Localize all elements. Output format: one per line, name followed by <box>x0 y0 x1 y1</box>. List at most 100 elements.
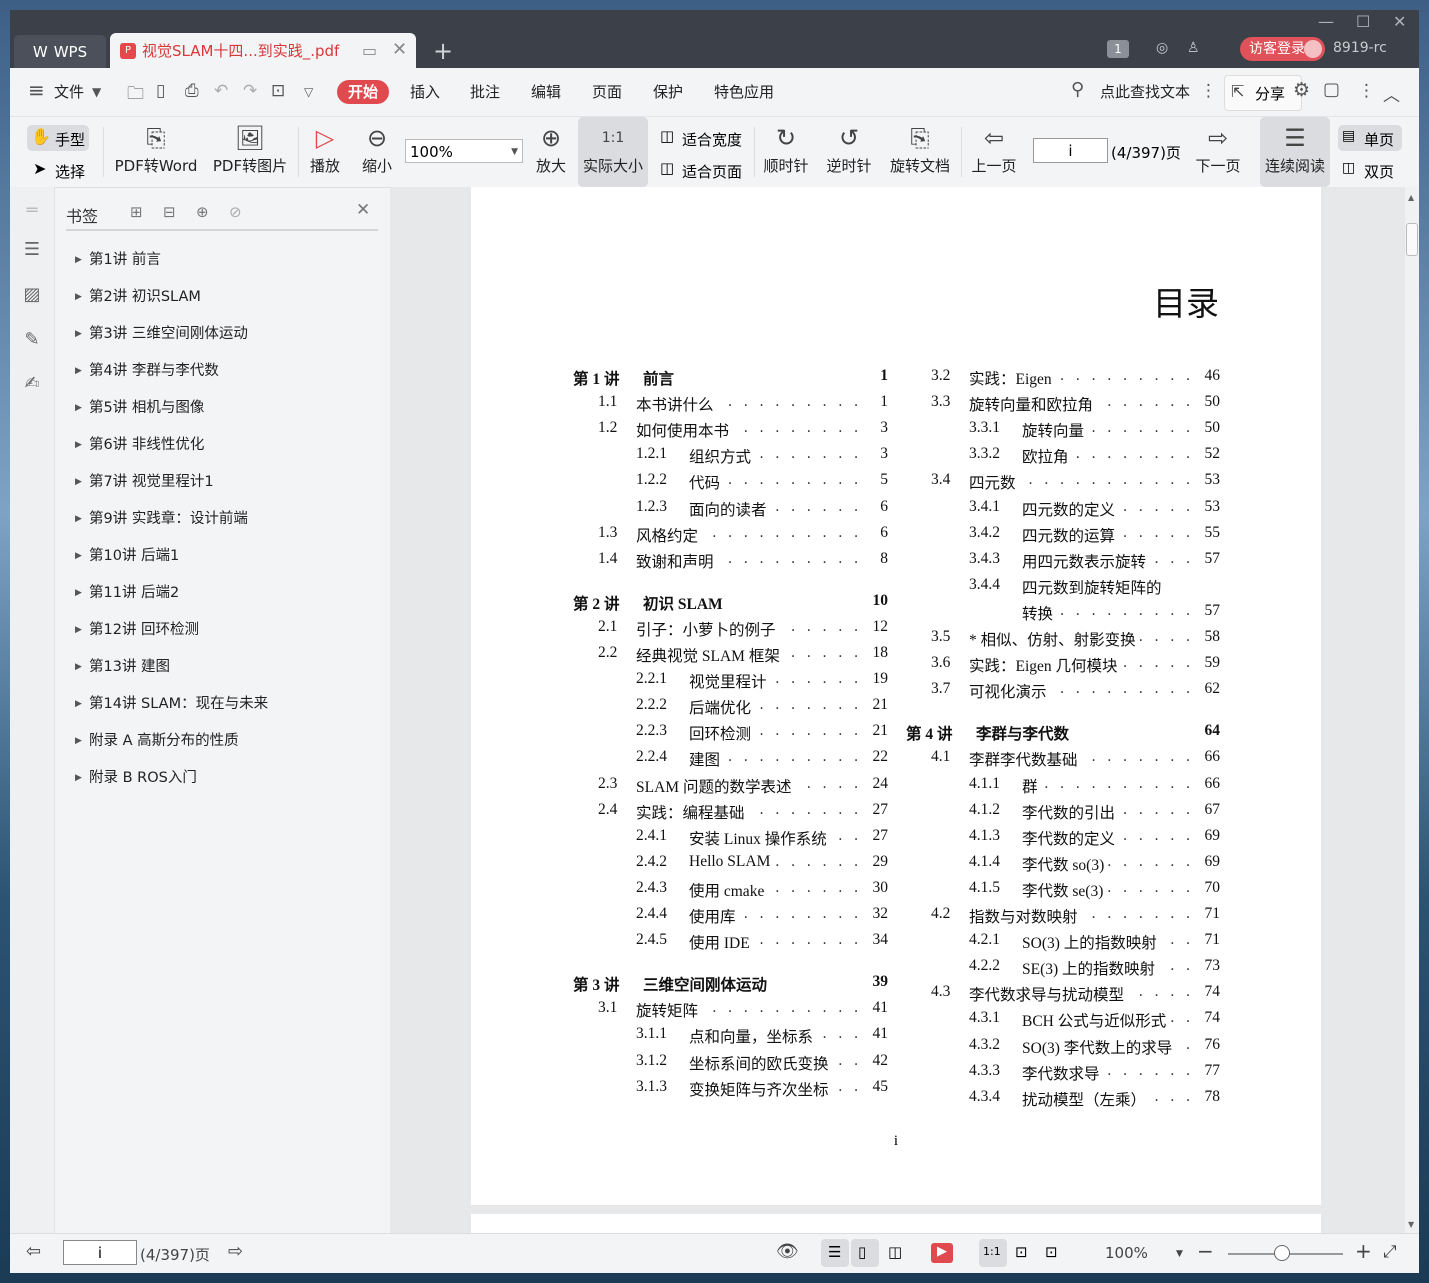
sync-icon[interactable]: ◎ <box>1156 40 1168 56</box>
status-page-input[interactable]: i <box>63 1240 137 1265</box>
single-view-icon[interactable]: ▯ <box>851 1239 879 1267</box>
double-page-button[interactable]: ◫ 双页 <box>1338 157 1404 183</box>
menu-page[interactable]: 页面 <box>592 81 622 102</box>
redo-icon[interactable]: ↷ <box>243 81 257 101</box>
status-zoom[interactable]: 100% <box>1105 1244 1148 1262</box>
zoom-out-status-icon[interactable]: − <box>1197 1239 1214 1263</box>
prev-page-button[interactable]: ⇦ 上一页 <box>968 117 1020 187</box>
rotate-clockwise-button[interactable]: ↻ 顺时针 <box>760 117 812 187</box>
bookmark-item[interactable]: ▶ 第3讲 三维空间刚体运动 <box>66 316 378 353</box>
play-slideshow-icon[interactable]: ▶ <box>931 1243 953 1263</box>
menu-annotate[interactable]: 批注 <box>470 81 500 102</box>
add-bookmark-icon[interactable]: ⊕ <box>196 203 209 221</box>
pdf-to-image-button[interactable]: 🖼 PDF转图片 <box>208 117 292 187</box>
bookmark-item[interactable]: ▶ 附录 A 高斯分布的性质 <box>66 723 378 760</box>
undo-icon[interactable]: ↶ <box>214 81 228 101</box>
bookmark-item[interactable]: ▶ 第1讲 前言 <box>66 242 378 279</box>
toc-entry[interactable]: 2.2经典视觉 SLAM 框架. . . . . . . . . . . . .… <box>573 644 888 668</box>
toc-entry[interactable]: 1.2.3面向的读者. . . . . . . . . . . . . . . … <box>573 497 888 522</box>
bookmark-item[interactable]: ▶ 第11讲 后端2 <box>66 575 378 612</box>
toc-entry[interactable]: 2.2.1视觉里程计. . . . . . . . . . . . . . . … <box>573 670 888 694</box>
menu-insert[interactable]: 插入 <box>410 81 440 102</box>
expand-triangle-icon[interactable]: ▶ <box>75 501 82 538</box>
toc-entry[interactable]: 3.1.3变换矩阵与齐次坐标. . . . . . . . . . . . . … <box>573 1077 888 1102</box>
toc-entry[interactable]: 3.5* 相似、仿射、射影变换. . . . . . . . . . . . .… <box>906 628 1220 652</box>
bookmark-item[interactable]: ▶ 第4讲 李群与李代数 <box>66 353 378 390</box>
minimize-icon[interactable]: — <box>1318 12 1334 31</box>
document-view[interactable]: 目录 第 1 讲 前言 1 1.1 本书讲什么 . . . . . . . . . . .… <box>390 187 1405 1233</box>
toc-entry[interactable]: 3.4.1四元数的定义. . . . . . . . . . . . . . .… <box>906 497 1220 522</box>
select-tool-button[interactable]: ➤ 选择 <box>31 159 93 183</box>
fullscreen-icon[interactable]: ⤢ <box>1383 1242 1397 1262</box>
scrollbar-thumb[interactable] <box>1406 223 1418 256</box>
toc-entry[interactable]: 4.1.1 群. . . . . . . . . . . . . . . . . … <box>906 774 1220 799</box>
menu-protect[interactable]: 保护 <box>653 81 683 102</box>
collapse-all-icon[interactable]: ⊟ <box>163 203 176 221</box>
toc-entry[interactable]: 1.2如何使用本书. . . . . . . . . . . . . . . .… <box>573 419 888 443</box>
expand-triangle-icon[interactable]: ▶ <box>75 464 82 501</box>
toc-entry[interactable]: 4.2指数与对数映射. . . . . . . . . . . . . . . … <box>906 905 1220 929</box>
share-button[interactable]: ⇱ 分享 <box>1224 75 1302 111</box>
toc-entry[interactable]: 4.3.2SO(3) 李代数上的求导. . . . . . . . . . . … <box>906 1035 1220 1060</box>
expand-triangle-icon[interactable]: ▶ <box>75 649 82 686</box>
search-icon[interactable]: ⚲ <box>1071 79 1084 100</box>
fit-page-status-icon[interactable]: ⊡ <box>1009 1239 1037 1267</box>
settings-icon[interactable]: ⚙ <box>1293 79 1310 101</box>
expand-triangle-icon[interactable]: ▶ <box>75 316 82 353</box>
comment-icon[interactable]: ▢ <box>1323 79 1340 100</box>
toc-entry[interactable]: 3.6实践：Eigen 几何模块. . . . . . . . . . . . … <box>906 654 1220 678</box>
toc-entry[interactable]: 2.4.1安装 Linux 操作系统. . . . . . . . . . . … <box>573 826 888 851</box>
expand-triangle-icon[interactable]: ▶ <box>75 427 82 464</box>
print-icon[interactable]: ⎙ <box>185 81 199 101</box>
toc-entry[interactable]: 2.2.3回环检测. . . . . . . . . . . . . . . .… <box>573 722 888 746</box>
expand-all-icon[interactable]: ⊞ <box>130 203 143 221</box>
single-page-button[interactable]: ▤ 单页 <box>1338 125 1402 151</box>
toc-entry[interactable]: 1.1本书讲什么. . . . . . . . . . . . . . . . … <box>573 393 888 417</box>
menu-edit[interactable]: 编辑 <box>531 81 561 102</box>
toc-chapter[interactable]: 第 3 讲 三维空间刚体运动 39 <box>573 973 888 997</box>
fit-width-status-icon[interactable]: ⊡ <box>1039 1239 1067 1267</box>
toc-entry[interactable]: 2.2.2后端优化. . . . . . . . . . . . . . . .… <box>573 696 888 720</box>
collapse-icon[interactable]: ︿ <box>1383 81 1400 106</box>
expand-triangle-icon[interactable]: ▶ <box>75 538 82 575</box>
zoom-in-status-icon[interactable]: + <box>1355 1239 1372 1263</box>
more-chevron-icon[interactable]: ▽ <box>304 85 313 99</box>
skin-icon[interactable]: ♙ <box>1187 40 1200 56</box>
toc-entry[interactable]: 3.4.3用四元数表示旋转. . . . . . . . . . . . . .… <box>906 549 1220 574</box>
next-page-button[interactable]: ⇨ 下一页 <box>1192 117 1244 187</box>
next-page-icon[interactable]: ⇨ <box>228 1241 243 1262</box>
toc-entry[interactable]: 4.2.1SO(3) 上的指数映射. . . . . . . . . . . .… <box>906 931 1220 955</box>
close-tab-icon[interactable]: ✕ <box>392 39 407 60</box>
toc-entry[interactable]: 4.2.2SE(3) 上的指数映射. . . . . . . . . . . .… <box>906 957 1220 981</box>
toc-entry[interactable]: 2.2.4建图. . . . . . . . . . . . . . . . .… <box>573 748 888 772</box>
fit-page-button[interactable]: ◫ 适合页面 <box>660 157 750 183</box>
zoom-out-button[interactable]: ⊖ 缩小 <box>358 117 396 187</box>
expand-triangle-icon[interactable]: ▶ <box>75 760 82 797</box>
toc-entry[interactable]: 3.1.1点和向量，坐标系. . . . . . . . . . . . . .… <box>573 1025 888 1049</box>
play-button[interactable]: ▷ 播放 <box>306 117 344 187</box>
pdf-to-word-button[interactable]: ⎘ PDF转Word <box>112 117 200 187</box>
toc-entry[interactable]: 4.1李群李代数基础. . . . . . . . . . . . . . . … <box>906 748 1220 772</box>
annotation-icon[interactable]: ✎ <box>21 329 43 351</box>
actual-size-status-icon[interactable]: 1:1 <box>979 1239 1007 1267</box>
guest-login-button[interactable]: 访客登录 <box>1240 37 1325 61</box>
scroll-up-icon[interactable]: ▲ <box>1408 193 1414 202</box>
bookmark-item[interactable]: ▶ 第2讲 初识SLAM <box>66 279 378 316</box>
toc-entry[interactable]: 4.3.4扰动模型（左乘）. . . . . . . . . . . . . .… <box>906 1087 1220 1112</box>
hand-tool-button[interactable]: ✋ 手型 <box>27 125 89 151</box>
zoom-chevron-icon[interactable]: ▼ <box>1176 1249 1183 1259</box>
expand-triangle-icon[interactable]: ▶ <box>75 686 82 723</box>
bookmark-item[interactable]: ▶ 第6讲 非线性优化 <box>66 427 378 464</box>
toc-entry[interactable]: 4.3.1BCH 公式与近似形式. . . . . . . . . . . . … <box>906 1009 1220 1033</box>
expand-triangle-icon[interactable]: ▶ <box>75 723 82 760</box>
page-number-input[interactable]: i <box>1033 138 1108 163</box>
expand-triangle-icon[interactable]: ▶ <box>75 390 82 427</box>
toc-chapter[interactable]: 第 2 讲 初识 SLAM 10 <box>573 591 888 616</box>
hamburger-icon[interactable]: ≡ <box>28 78 45 102</box>
toc-entry[interactable]: 2.3SLAM 问题的数学表述. . . . . . . . . . . . .… <box>573 774 888 799</box>
toc-entry[interactable]: 2.1引子：小萝卜的例子. . . . . . . . . . . . . . … <box>573 617 888 642</box>
toc-entry[interactable]: 3.1.2坐标系间的欧氏变换. . . . . . . . . . . . . … <box>573 1051 888 1076</box>
toc-entry[interactable]: 2.4.3使用 cmake. . . . . . . . . . . . . .… <box>573 878 888 903</box>
more-icon[interactable]: ⋮ <box>1358 81 1375 101</box>
actual-size-button[interactable]: 1:1 实际大小 <box>578 117 648 187</box>
